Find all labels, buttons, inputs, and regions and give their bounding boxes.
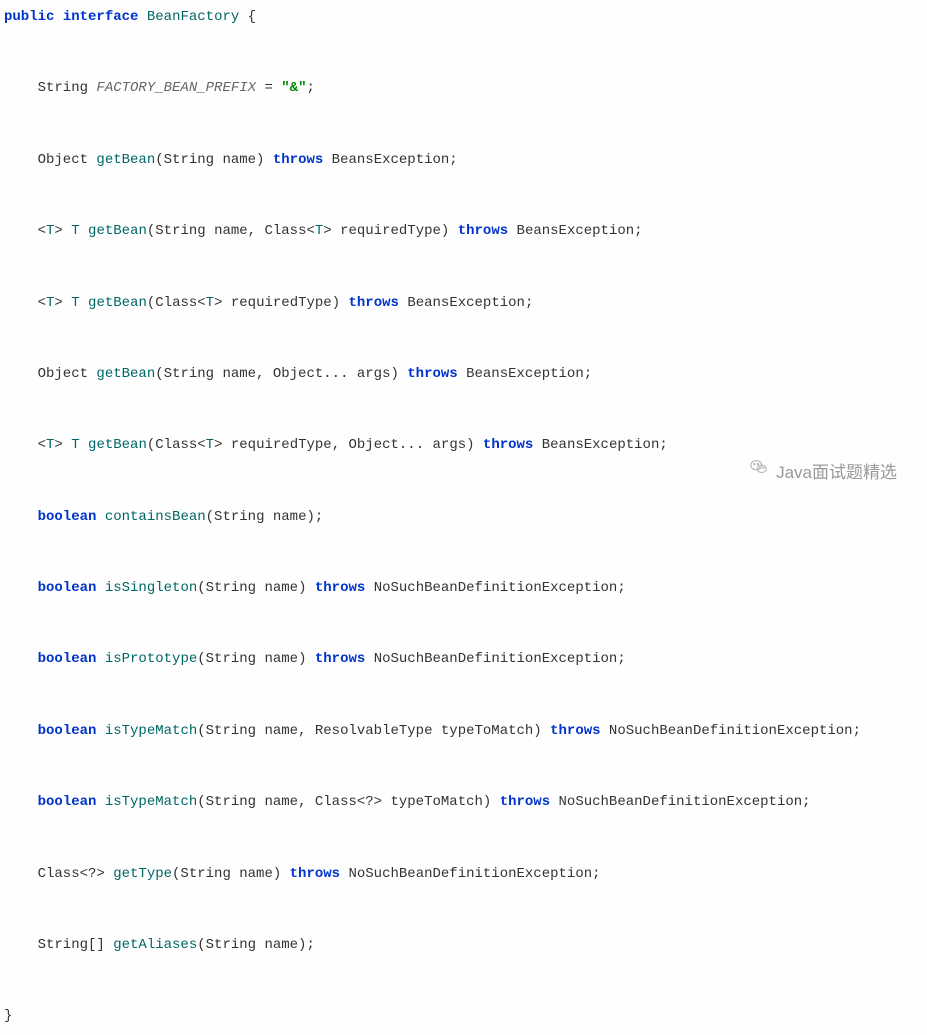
line-13: <T> T getBean(Class<T> requiredType, Obj… [4, 437, 668, 453]
line-23: boolean isTypeMatch(String name, Class<?… [4, 794, 811, 810]
line-9: <T> T getBean(Class<T> requiredType) thr… [4, 295, 533, 311]
line-25: Class<?> getType(String name) throws NoS… [4, 866, 601, 882]
line-5: Object getBean(String name) throws Beans… [4, 152, 458, 168]
watermark-text: Java面试题精选 [776, 451, 897, 494]
line-29: } [4, 1008, 12, 1024]
line-15: boolean containsBean(String name); [4, 509, 323, 525]
line-21: boolean isTypeMatch(String name, Resolva… [4, 723, 861, 739]
line-19: boolean isPrototype(String name) throws … [4, 651, 626, 667]
wechat-icon [748, 451, 770, 494]
line-7: <T> T getBean(String name, Class<T> requ… [4, 223, 643, 239]
line-27: String[] getAliases(String name); [4, 937, 315, 953]
line-17: boolean isSingleton(String name) throws … [4, 580, 626, 596]
line-11: Object getBean(String name, Object... ar… [4, 366, 592, 382]
watermark: Java面试题精选 [748, 451, 897, 494]
line-3: String FACTORY_BEAN_PREFIX = "&"; [4, 80, 315, 96]
line-1: public interface BeanFactory { [4, 9, 256, 25]
